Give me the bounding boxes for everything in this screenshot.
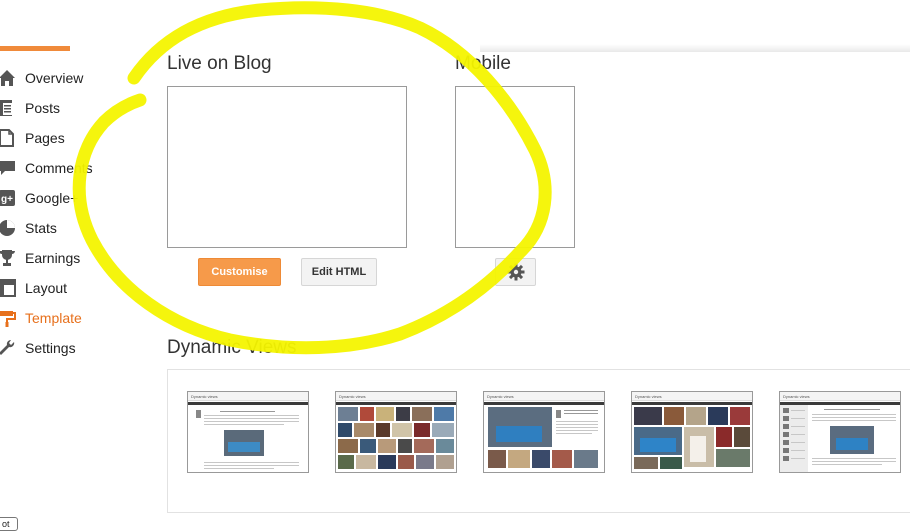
- svg-text:g+: g+: [1, 194, 13, 205]
- posts-icon: [0, 99, 16, 117]
- stats-icon: [0, 219, 16, 237]
- edit-html-button[interactable]: Edit HTML: [301, 258, 377, 286]
- home-icon: [0, 69, 16, 87]
- sidebar-item-label: Stats: [25, 220, 57, 236]
- sidebar-item-overview[interactable]: Overview: [0, 63, 150, 93]
- thumbnail-title: Dynamic views: [336, 392, 456, 401]
- sidebar-item-label: Posts: [25, 100, 61, 116]
- template-thumbnail[interactable]: Dynamic views: [335, 391, 457, 473]
- template-thumbnail[interactable]: Dynamic views: [483, 391, 605, 473]
- wrench-icon: [0, 339, 16, 357]
- live-on-blog-heading: Live on Blog: [167, 53, 272, 74]
- template-thumbnail[interactable]: Dynamic views: [187, 391, 309, 473]
- sidebar-item-label: Settings: [25, 340, 76, 356]
- template-thumbnail[interactable]: Dynamic views: [779, 391, 901, 473]
- sidebar-item-earnings[interactable]: Earnings: [0, 243, 150, 273]
- template-thumbnail[interactable]: Dynamic views: [631, 391, 753, 473]
- comments-icon: [0, 159, 16, 177]
- mobile-preview[interactable]: [455, 86, 575, 248]
- pages-icon: [0, 129, 16, 147]
- bottom-corner-fragment: ot: [0, 517, 18, 531]
- sidebar-item-settings[interactable]: Settings: [0, 333, 150, 363]
- customise-button[interactable]: Customise: [198, 258, 281, 286]
- thumbnail-title: Dynamic views: [484, 392, 604, 401]
- gear-icon: [507, 263, 525, 291]
- sidebar-item-label: Comments: [25, 160, 93, 176]
- thumbnail-title: Dynamic views: [632, 392, 752, 401]
- sidebar-item-template[interactable]: Template: [0, 303, 150, 333]
- mobile-heading: Mobile: [455, 53, 511, 74]
- sidebar-item-label: Layout: [25, 280, 68, 296]
- sidebar-item-label: Earnings: [25, 250, 81, 266]
- sidebar-item-stats[interactable]: Stats: [0, 213, 150, 243]
- layout-icon: [0, 279, 16, 297]
- sidebar-item-pages[interactable]: Pages: [0, 123, 150, 153]
- sidebar-item-label: Overview: [25, 70, 84, 86]
- sidebar-item-layout[interactable]: Layout: [0, 273, 150, 303]
- live-blog-preview[interactable]: [167, 86, 407, 248]
- sidebar-item-comments[interactable]: Comments: [0, 153, 150, 183]
- sidebar-item-label: Pages: [25, 130, 65, 146]
- top-accent-bar: [0, 46, 70, 51]
- sidebar-item-label: Template: [25, 310, 82, 326]
- sidebar-item-google-plus[interactable]: g+ Google+: [0, 183, 150, 213]
- thumbnail-title: Dynamic views: [780, 392, 900, 401]
- paint-roller-icon: [0, 309, 16, 327]
- sidebar-item-label: Google+: [25, 190, 79, 206]
- thumbnail-title: Dynamic views: [188, 392, 308, 401]
- trophy-icon: [0, 249, 16, 267]
- dynamic-views-heading: Dynamic Views: [167, 337, 297, 358]
- header-shadow: [480, 44, 910, 52]
- google-plus-icon: g+: [0, 189, 16, 207]
- dynamic-views-panel: Dynamic views Dynamic views Dynamic view…: [167, 369, 910, 513]
- sidebar-nav: Overview Posts Pages Comments g+ Google+…: [0, 63, 150, 363]
- sidebar-item-posts[interactable]: Posts: [0, 93, 150, 123]
- mobile-settings-button[interactable]: [495, 258, 536, 286]
